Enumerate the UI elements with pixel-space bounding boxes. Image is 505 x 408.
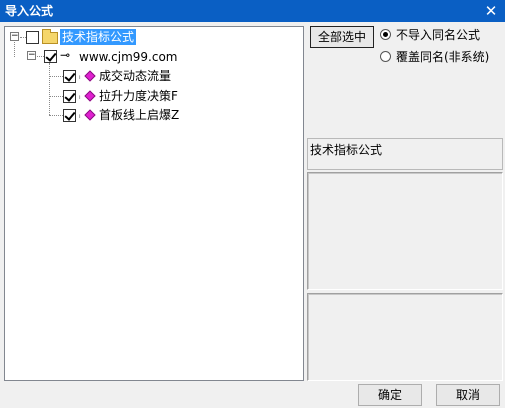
- gem-icon: [84, 70, 96, 82]
- radio-overwrite-same-name[interactable]: 覆盖同名(非系统): [380, 49, 502, 65]
- formula-description-panel: [307, 172, 503, 290]
- select-all-button[interactable]: 全部选中: [310, 26, 374, 48]
- radio-skip-indicator[interactable]: [380, 29, 391, 40]
- formula-label-3[interactable]: 首板线上启爆Z: [99, 107, 179, 123]
- source-label[interactable]: www.cjm99.com: [79, 49, 178, 65]
- tree-connector: [14, 42, 15, 57]
- formula-type-icon: ᵢ: [79, 72, 81, 82]
- gem-icon: [84, 90, 96, 102]
- formula-tree[interactable]: − 技术指标公式 − ⊸ www.cjm99.com ᵢ 成交动态流量 ᵢ 拉升…: [4, 26, 304, 381]
- window-title: 导入公式: [5, 4, 54, 18]
- folder-icon: [42, 29, 58, 44]
- formula-params-panel: [307, 293, 503, 381]
- key-icon: ⊸: [60, 48, 71, 62]
- category-info-box: 技术指标公式: [307, 138, 503, 170]
- formula-type-icon: ᵢ: [79, 92, 81, 102]
- category-label: 技术指标公式: [310, 143, 383, 157]
- close-icon[interactable]: ✕: [483, 3, 499, 19]
- root-label[interactable]: 技术指标公式: [60, 29, 137, 45]
- formula-checkbox-1[interactable]: [63, 70, 76, 83]
- radio-overwrite-indicator[interactable]: [380, 51, 391, 62]
- radio-overwrite-label: 覆盖同名(非系统): [396, 50, 490, 64]
- import-formula-dialog: − 技术指标公式 − ⊸ www.cjm99.com ᵢ 成交动态流量 ᵢ 拉升…: [0, 22, 505, 408]
- gem-icon: [84, 109, 96, 121]
- root-checkbox[interactable]: [26, 31, 39, 44]
- source-checkbox[interactable]: [44, 50, 57, 63]
- ok-button[interactable]: 确定: [358, 384, 422, 406]
- formula-label-2[interactable]: 拉升力度决策F: [99, 88, 178, 104]
- formula-checkbox-3[interactable]: [63, 109, 76, 122]
- cancel-button[interactable]: 取消: [436, 384, 500, 406]
- formula-type-icon: ᵢ: [79, 111, 81, 121]
- radio-skip-same-name[interactable]: 不导入同名公式: [380, 27, 500, 43]
- tree-connector: [49, 96, 63, 97]
- root-collapse-icon[interactable]: −: [10, 32, 19, 41]
- formula-checkbox-2[interactable]: [63, 90, 76, 103]
- source-collapse-icon[interactable]: −: [27, 51, 36, 60]
- formula-label-1[interactable]: 成交动态流量: [99, 68, 171, 84]
- tree-connector: [49, 63, 50, 115]
- tree-connector: [49, 76, 63, 77]
- title-bar: 导入公式 ✕: [0, 0, 505, 22]
- tree-connector: [49, 115, 63, 116]
- tree-connector: [37, 56, 44, 57]
- radio-skip-label: 不导入同名公式: [396, 28, 481, 42]
